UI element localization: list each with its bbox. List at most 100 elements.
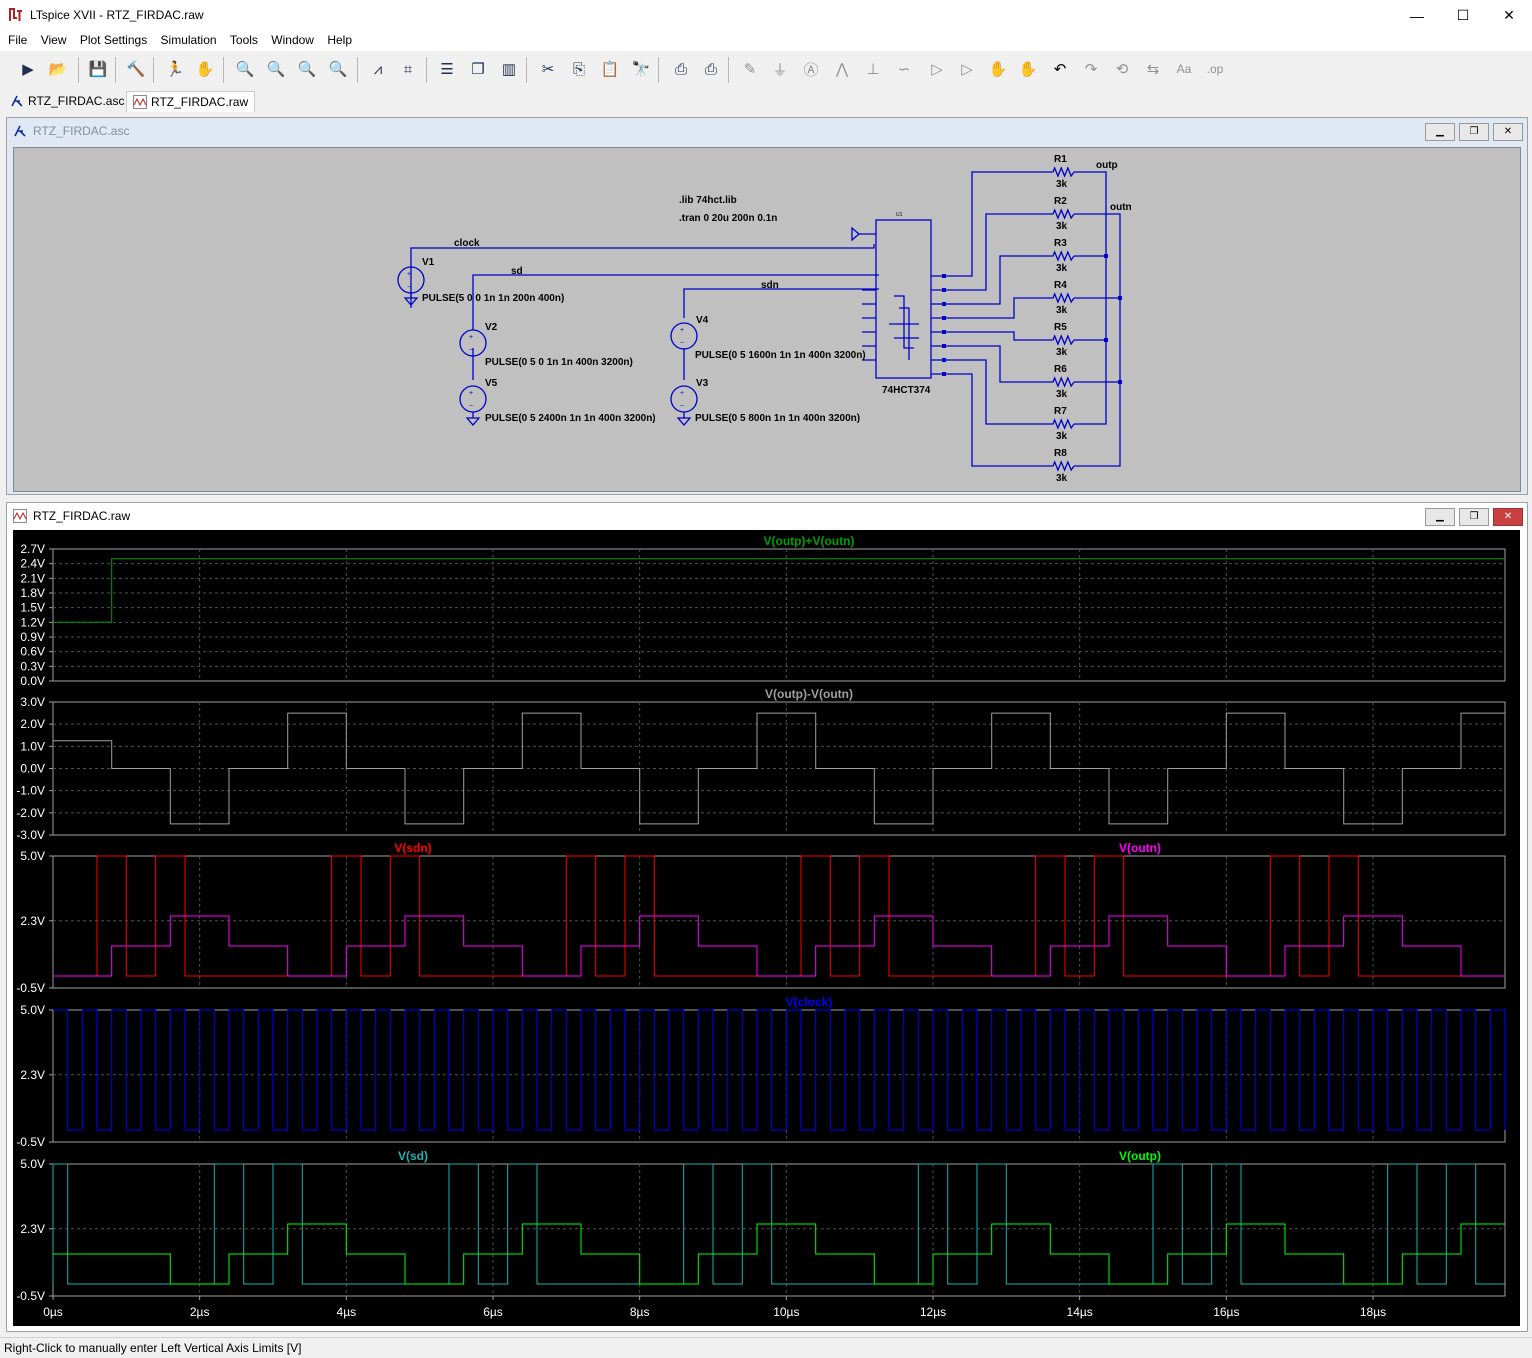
x-tick-label[interactable]: 6µs: [483, 1305, 503, 1319]
zoom-cancel-icon[interactable]: 🔍: [326, 57, 350, 81]
wire-icon[interactable]: ✎: [738, 57, 762, 81]
x-tick-label[interactable]: 0µs: [43, 1305, 63, 1319]
trace-label[interactable]: V(outp)-V(outn): [765, 687, 853, 701]
x-tick-label[interactable]: 16µs: [1213, 1305, 1239, 1319]
trace-v-outp-v-outn-[interactable]: [53, 558, 1505, 623]
y-tick-label[interactable]: 5.0V: [20, 1003, 45, 1017]
spice-directive-icon[interactable]: .op: [1203, 57, 1227, 81]
source-value-v3[interactable]: PULSE(0 5 800n 1n 1n 400n 3200n): [695, 413, 860, 424]
net-label-sd[interactable]: sd: [511, 266, 523, 277]
maximize-button[interactable]: ☐: [1440, 0, 1486, 31]
y-tick-label[interactable]: 0.9V: [20, 630, 45, 644]
text-icon[interactable]: Aa: [1172, 57, 1196, 81]
x-tick-label[interactable]: 4µs: [337, 1305, 357, 1319]
schematic-close-button[interactable]: ✕: [1493, 123, 1523, 141]
menu-file[interactable]: File: [8, 31, 27, 47]
move-icon[interactable]: ✋: [986, 57, 1010, 81]
resistor-symbol[interactable]: [1049, 208, 1075, 220]
resistor-value[interactable]: 3k: [1056, 389, 1068, 400]
y-tick-label[interactable]: 5.0V: [20, 849, 45, 863]
capacitor-icon[interactable]: ⊥: [861, 57, 885, 81]
mirror-icon[interactable]: ⇆: [1141, 57, 1165, 81]
net-label-outp[interactable]: outp: [1096, 160, 1118, 171]
schematic-minimize-button[interactable]: ▁: [1425, 123, 1455, 141]
y-tick-label[interactable]: -0.5V: [16, 1289, 45, 1303]
resistor-name[interactable]: R6: [1054, 364, 1067, 375]
y-tick-label[interactable]: 0.6V: [20, 645, 45, 659]
diode-icon[interactable]: ▷: [925, 57, 949, 81]
y-tick-label[interactable]: 1.0V: [20, 739, 45, 753]
trace-v-outp-[interactable]: [53, 1223, 1505, 1285]
y-tick-label[interactable]: 3.0V: [20, 695, 45, 709]
y-tick-label[interactable]: 1.5V: [20, 601, 45, 615]
zoom-out-icon[interactable]: 🔍: [295, 57, 319, 81]
resistor-symbol[interactable]: [1049, 250, 1075, 262]
y-tick-label[interactable]: -0.5V: [16, 1135, 45, 1149]
trace-label[interactable]: V(sd): [398, 1149, 428, 1163]
source-name-v4[interactable]: V4: [696, 315, 709, 326]
menu-tools[interactable]: Tools: [230, 31, 258, 47]
save-icon[interactable]: 💾: [86, 57, 110, 81]
y-tick-label[interactable]: 2.1V: [20, 571, 45, 585]
source-value-v5[interactable]: PULSE(0 5 2400n 1n 1n 400n 3200n): [485, 413, 656, 424]
tab-schematic[interactable]: RTZ_FIRDAC.asc: [4, 91, 130, 111]
waveform-restore-button[interactable]: ❐: [1459, 508, 1489, 526]
cut-icon[interactable]: ✂: [536, 57, 560, 81]
spice-directive-tran[interactable]: .tran 0 20u 200n 0.1n: [679, 213, 777, 224]
trace-v-outn-[interactable]: [53, 915, 1505, 977]
resistor-symbol[interactable]: [1049, 418, 1075, 430]
source-name-v2[interactable]: V2: [485, 322, 498, 333]
y-tick-label[interactable]: -0.5V: [16, 981, 45, 995]
menu-simulation[interactable]: Simulation: [161, 31, 217, 47]
resistor-value[interactable]: 3k: [1056, 431, 1068, 442]
y-tick-label[interactable]: 2.0V: [20, 717, 45, 731]
tile-vertical-icon[interactable]: ▥: [497, 57, 521, 81]
resistor-symbol[interactable]: [1049, 334, 1075, 346]
ground-icon[interactable]: ⏚: [768, 57, 792, 81]
schematic-restore-button[interactable]: ❐: [1459, 123, 1489, 141]
halt-icon[interactable]: 🏃: [163, 57, 187, 81]
trace-label[interactable]: V(outn): [1119, 841, 1161, 855]
trace-v-sdn-[interactable]: [53, 855, 1505, 977]
component-icon[interactable]: ▷: [955, 57, 979, 81]
trace-label[interactable]: V(outp): [1119, 1149, 1161, 1163]
x-tick-label[interactable]: 12µs: [920, 1305, 946, 1319]
resistor-icon[interactable]: ⋀: [830, 57, 854, 81]
menu-help[interactable]: Help: [327, 31, 352, 47]
zoom-fit-icon[interactable]: 🔍: [264, 57, 288, 81]
x-tick-label[interactable]: 18µs: [1360, 1305, 1386, 1319]
resistor-value[interactable]: 3k: [1056, 347, 1068, 358]
y-tick-label[interactable]: -1.0V: [16, 784, 45, 798]
y-tick-label[interactable]: 0.0V: [20, 674, 45, 688]
trace-label[interactable]: V(sdn): [394, 841, 431, 855]
schematic-canvas[interactable]: + − + − + − + − + − .lib 74hct.lib .tran 0 20…: [13, 147, 1521, 492]
trace-v-clock-[interactable]: [53, 1009, 1506, 1131]
resistor-name[interactable]: R2: [1054, 196, 1067, 207]
source-name-v3[interactable]: V3: [696, 378, 709, 389]
net-label-outn[interactable]: outn: [1110, 202, 1132, 213]
open-icon[interactable]: 📂: [46, 57, 70, 81]
label-net-icon[interactable]: Ⓐ: [799, 57, 823, 81]
net-label-clock[interactable]: clock: [454, 238, 480, 249]
resistor-value[interactable]: 3k: [1056, 473, 1068, 484]
source-name-v5[interactable]: V5: [485, 378, 498, 389]
x-tick-label[interactable]: 8µs: [630, 1305, 650, 1319]
autorange-icon[interactable]: ⩘: [366, 57, 390, 81]
pan-hand-icon[interactable]: ✋: [193, 57, 217, 81]
resistor-name[interactable]: R4: [1054, 280, 1067, 291]
resistor-name[interactable]: R1: [1054, 154, 1067, 165]
menu-window[interactable]: Window: [271, 31, 314, 47]
minimize-button[interactable]: —: [1394, 0, 1440, 31]
y-tick-label[interactable]: 2.4V: [20, 557, 45, 571]
zoom-in-icon[interactable]: 🔍: [233, 57, 257, 81]
y-tick-label[interactable]: 2.3V: [20, 1068, 45, 1082]
y-tick-label[interactable]: 0.3V: [20, 659, 45, 673]
cascade-icon[interactable]: ❐: [466, 57, 490, 81]
spice-directive-lib[interactable]: .lib 74hct.lib: [679, 195, 737, 206]
y-tick-label[interactable]: 1.8V: [20, 586, 45, 600]
rotate-icon[interactable]: ⟲: [1110, 57, 1134, 81]
source-value-v2[interactable]: PULSE(0 5 0 1n 1n 400n 3200n): [485, 357, 633, 368]
y-tick-label[interactable]: -2.0V: [16, 806, 45, 820]
source-value-v4[interactable]: PULSE(0 5 1600n 1n 1n 400n 3200n): [695, 350, 866, 361]
resistor-name[interactable]: R3: [1054, 238, 1067, 249]
